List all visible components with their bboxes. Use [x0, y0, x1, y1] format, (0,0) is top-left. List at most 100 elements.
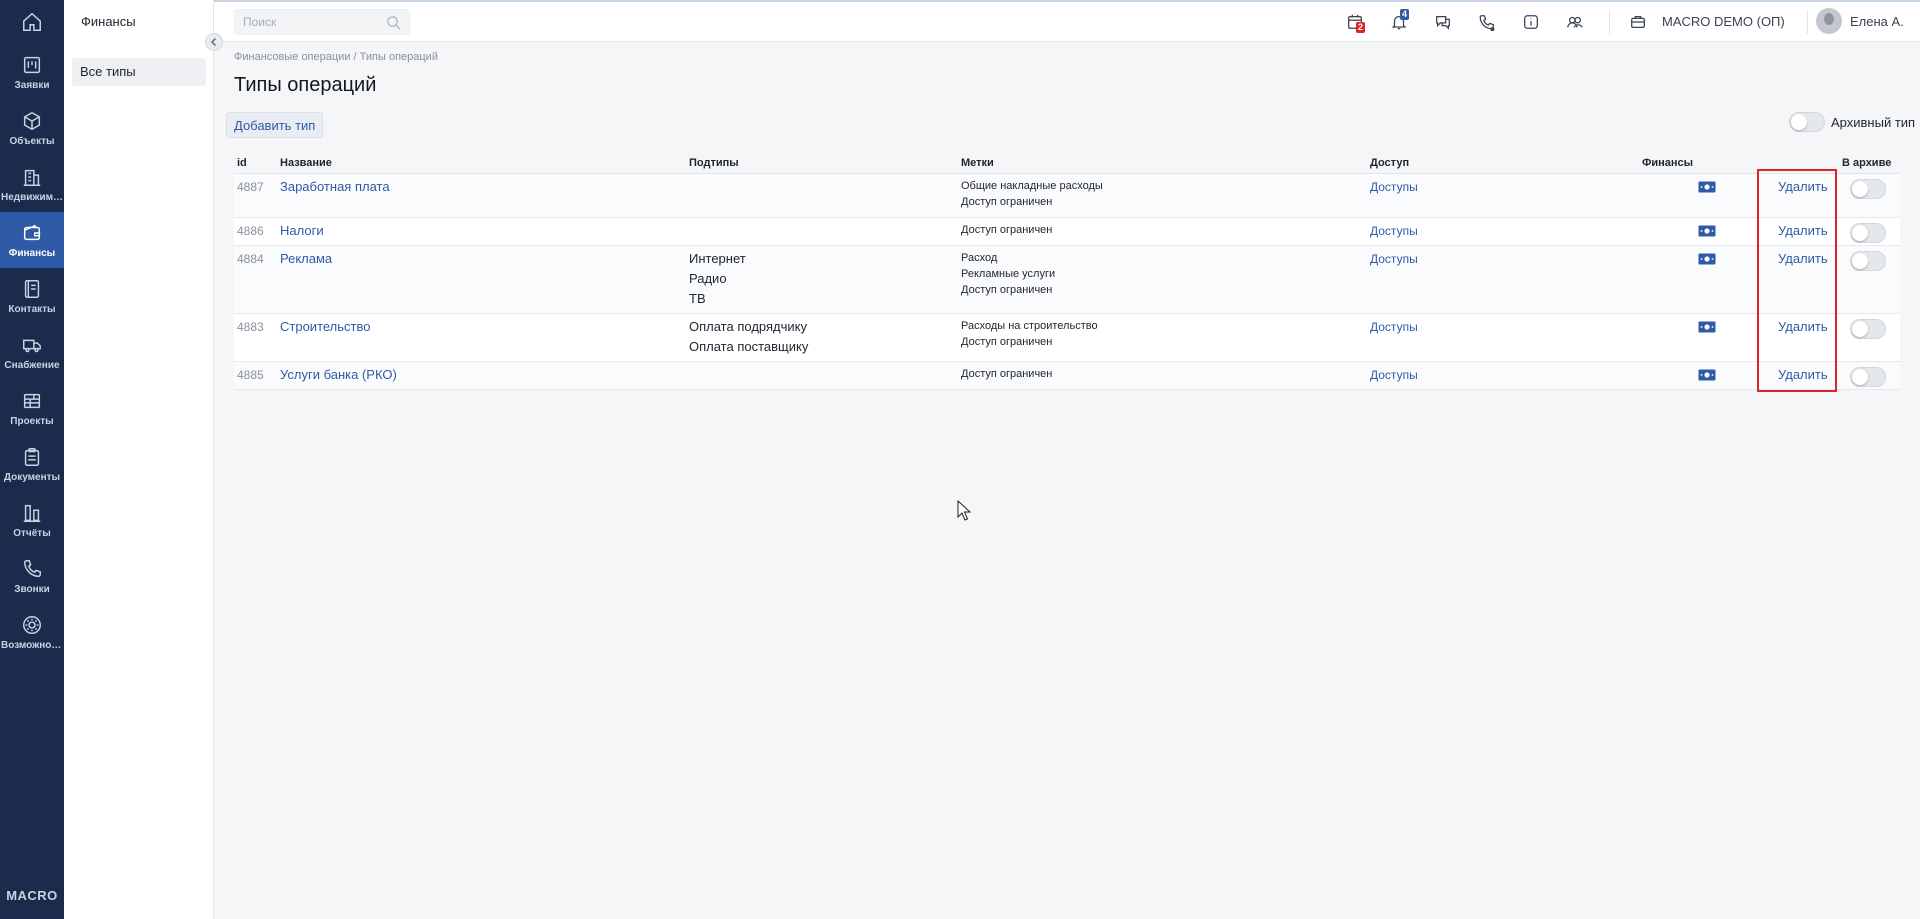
breadcrumb: Финансовые операции / Типы операций: [234, 51, 438, 63]
nav-item-5[interactable]: Снабжение: [0, 324, 64, 380]
row-subtypes: Интернет Радио ТВ: [689, 249, 746, 309]
column-header-subtypes: Подтипы: [689, 157, 739, 169]
building-icon: [23, 169, 41, 186]
notifications-button[interactable]: 4: [1388, 9, 1410, 33]
row-name-link[interactable]: Заработная плата: [280, 179, 390, 194]
row-access-link[interactable]: Доступы: [1370, 224, 1418, 238]
column-header-archive: В архиве: [1842, 157, 1892, 169]
phone-icon: [23, 559, 41, 577]
wallet-icon: [23, 224, 41, 240]
nav-item-0[interactable]: Заявки: [0, 44, 64, 100]
row-id: 4887: [237, 180, 264, 194]
row-delete-button[interactable]: Удалить: [1778, 319, 1828, 334]
row-subtypes: Оплата подрядчику Оплата поставщику: [689, 317, 808, 357]
subtype-item: Интернет: [689, 251, 746, 266]
add-type-button[interactable]: Добавить тип: [226, 112, 324, 138]
nav-item-label: Контакты: [8, 303, 56, 315]
avatar: [1816, 8, 1842, 34]
contacts-icon: [24, 279, 40, 298]
nav-item-7[interactable]: Документы: [0, 436, 64, 492]
collapse-sidebar-button[interactable]: [205, 33, 223, 51]
row-access-link[interactable]: Доступы: [1370, 252, 1418, 266]
tag-item: Общие накладные расходы: [961, 180, 1103, 192]
column-header-access: Доступ: [1370, 157, 1410, 169]
call-icon: [1479, 15, 1495, 31]
row-access-link[interactable]: Доступы: [1370, 320, 1418, 334]
breadcrumb-parent-link[interactable]: Финансовые операции: [234, 51, 350, 63]
row-access-link[interactable]: Доступы: [1370, 368, 1418, 382]
row-archive-toggle[interactable]: [1850, 251, 1886, 271]
row-name-link[interactable]: Услуги банка (РКО): [280, 367, 397, 382]
team-button[interactable]: [1564, 11, 1586, 33]
column-header-id: id: [237, 157, 247, 169]
company-icon-button[interactable]: [1627, 11, 1649, 33]
row-archive-toggle[interactable]: [1850, 367, 1886, 387]
nav-item-label: Снабжение: [4, 359, 60, 371]
tag-item: Доступ ограничен: [961, 196, 1053, 208]
nav-item-1[interactable]: Объекты: [0, 100, 64, 156]
company-selector[interactable]: MACRO DEMO (ОП): [1662, 14, 1785, 29]
nav-item-6[interactable]: Проекты: [0, 380, 64, 436]
row-tags: Расходы на строительство Доступ ограничен: [961, 318, 1098, 350]
row-id: 4885: [237, 368, 264, 382]
row-tags: Доступ ограничен: [961, 222, 1052, 238]
row-name-link[interactable]: Строительство: [280, 319, 370, 334]
header-divider: [1807, 10, 1808, 34]
row-name-link[interactable]: Реклама: [280, 251, 332, 266]
nav-item-3[interactable]: Финансы: [0, 212, 64, 268]
user-menu[interactable]: Елена А.: [1816, 8, 1904, 34]
home-icon: [23, 12, 41, 31]
row-archive-toggle[interactable]: [1850, 179, 1886, 199]
archive-filter: Архивный тип: [1789, 112, 1915, 132]
calendar-badge: 2: [1356, 22, 1366, 33]
breadcrumb-current: Типы операций: [359, 51, 438, 63]
truck-icon: [23, 339, 41, 352]
row-delete-button[interactable]: Удалить: [1778, 179, 1828, 194]
section-title: Финансы: [81, 14, 136, 29]
nav-item-2[interactable]: Недвижимость: [0, 156, 64, 212]
money-icon[interactable]: [1698, 181, 1716, 193]
archive-type-toggle[interactable]: [1789, 112, 1825, 132]
column-header-name: Название: [280, 157, 332, 169]
search-box: [234, 9, 410, 35]
home-button[interactable]: [0, 2, 64, 42]
nav-item-9[interactable]: Звонки: [0, 548, 64, 604]
search-input[interactable]: [235, 10, 375, 34]
tag-item: Рекламные услуги: [961, 268, 1056, 280]
money-icon[interactable]: [1698, 225, 1716, 237]
row-delete-button[interactable]: Удалить: [1778, 223, 1828, 238]
nav-item-label: Финансы: [8, 247, 56, 259]
search-icon[interactable]: [386, 15, 401, 30]
money-icon[interactable]: [1698, 369, 1716, 381]
table-row: 4884 Реклама Интернет Радио ТВ Расход Рекламны…: [234, 246, 1900, 314]
money-icon[interactable]: [1698, 321, 1716, 333]
kanban-icon: [23, 56, 41, 73]
row-archive-toggle[interactable]: [1850, 319, 1886, 339]
section-sidebar: Финансы Все типы: [64, 0, 214, 919]
money-icon[interactable]: [1698, 253, 1716, 265]
info-button[interactable]: [1520, 11, 1542, 33]
tag-item: Доступ ограничен: [961, 284, 1053, 296]
chat-button[interactable]: [1432, 11, 1454, 33]
nav-item-4[interactable]: Контакты: [0, 268, 64, 324]
row-delete-button[interactable]: Удалить: [1778, 367, 1828, 382]
row-archive-toggle[interactable]: [1850, 223, 1886, 243]
chat-icon: [1436, 15, 1450, 30]
subtype-item: Радио: [689, 271, 727, 286]
archive-type-label: Архивный тип: [1831, 114, 1916, 130]
row-delete-button[interactable]: Удалить: [1778, 251, 1828, 266]
sidebar-item-all-types[interactable]: Все типы: [72, 58, 206, 86]
tag-item: Расход: [961, 252, 998, 264]
row-access-link[interactable]: Доступы: [1370, 180, 1418, 194]
calendar-button[interactable]: 2: [1344, 11, 1366, 33]
nav-item-8[interactable]: Отчёты: [0, 492, 64, 548]
breadcrumb-separator: /: [353, 51, 357, 63]
info-icon: [1524, 15, 1538, 29]
row-tags: Расход Рекламные услуги Доступ ограничен: [961, 250, 1055, 298]
user-name: Елена А.: [1850, 13, 1904, 29]
nav-item-10[interactable]: Возможности: [0, 604, 64, 660]
nav-item-label: Отчёты: [13, 527, 51, 539]
row-name-link[interactable]: Налоги: [280, 223, 324, 238]
calls-button[interactable]: [1476, 11, 1498, 33]
nav-item-label: Недвижимость: [1, 191, 63, 203]
